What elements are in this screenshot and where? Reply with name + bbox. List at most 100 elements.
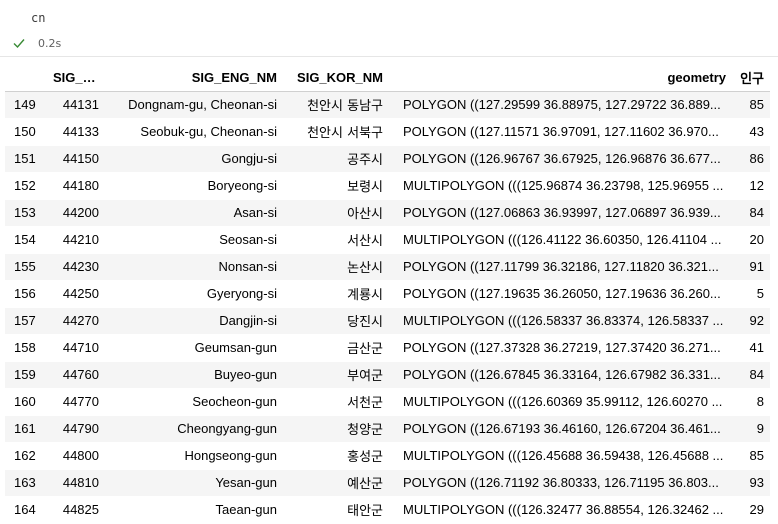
cell-geometry: POLYGON ((127.06863 36.93997, 127.06897 … bbox=[389, 199, 732, 227]
cell-sig-eng-nm: Taean-gun bbox=[105, 496, 283, 524]
table-body: 149 44131 Dongnam-gu, Cheonan-si 천안시 동남구 POL… bbox=[5, 91, 770, 524]
cell-sig-cd: 44200 bbox=[49, 199, 105, 227]
cell-sig-cd: 44810 bbox=[49, 469, 105, 497]
cell-sig-eng-nm: Dongnam-gu, Cheonan-si bbox=[105, 91, 283, 119]
cell-population: 12 bbox=[732, 172, 770, 200]
row-index: 161 bbox=[5, 415, 49, 443]
cell-sig-kor-nm: 서산시 bbox=[283, 226, 389, 254]
cell-sig-cd: 44210 bbox=[49, 226, 105, 254]
notebook-cell-header: cn 0.2s bbox=[0, 0, 778, 57]
row-index: 160 bbox=[5, 388, 49, 416]
cell-sig-kor-nm: 계룡시 bbox=[283, 280, 389, 308]
table-row: 152 44180 Boryeong-si 보령시 MULTIPOLYGON (((12… bbox=[5, 172, 770, 200]
cell-population: 29 bbox=[732, 496, 770, 524]
table-row: 156 44250 Gyeryong-si 계룡시 POLYGON ((127.1963… bbox=[5, 280, 770, 308]
table-row: 163 44810 Yesan-gun 예산군 POLYGON ((126.71192 … bbox=[5, 469, 770, 497]
cell-sig-cd: 44825 bbox=[49, 496, 105, 524]
cell-geometry: POLYGON ((127.37328 36.27219, 127.37420 … bbox=[389, 334, 732, 362]
row-index: 164 bbox=[5, 496, 49, 524]
table-row: 151 44150 Gongju-si 공주시 POLYGON ((126.96767 … bbox=[5, 145, 770, 173]
cell-geometry: MULTIPOLYGON (((126.41122 36.60350, 126.… bbox=[389, 226, 732, 254]
cell-sig-cd: 44800 bbox=[49, 442, 105, 470]
cell-sig-eng-nm: Nonsan-si bbox=[105, 253, 283, 281]
column-header-sig-eng-nm: SIG_ENG_NM bbox=[105, 64, 283, 92]
cell-sig-eng-nm: Buyeo-gun bbox=[105, 361, 283, 389]
cell-sig-cd: 44150 bbox=[49, 145, 105, 173]
cell-population: 91 bbox=[732, 253, 770, 281]
cell-population: 85 bbox=[732, 91, 770, 119]
cell-population: 41 bbox=[732, 334, 770, 362]
cell-geometry: MULTIPOLYGON (((126.58337 36.83374, 126.… bbox=[389, 307, 732, 335]
cell-geometry: POLYGON ((127.19635 36.26050, 127.19636 … bbox=[389, 280, 732, 308]
cell-sig-cd: 44760 bbox=[49, 361, 105, 389]
check-icon bbox=[13, 39, 25, 49]
row-index: 155 bbox=[5, 253, 49, 281]
cell-sig-eng-nm: Hongseong-gun bbox=[105, 442, 283, 470]
cell-sig-eng-nm: Seosan-si bbox=[105, 226, 283, 254]
cell-sig-eng-nm: Gyeryong-si bbox=[105, 280, 283, 308]
cell-code[interactable]: cn bbox=[31, 11, 45, 25]
column-header-sig-cd: SIG_CD bbox=[49, 64, 105, 92]
cell-geometry: MULTIPOLYGON (((126.32477 36.88554, 126.… bbox=[389, 496, 732, 524]
cell-sig-kor-nm: 태안군 bbox=[283, 496, 389, 524]
cell-sig-cd: 44131 bbox=[49, 91, 105, 119]
cell-population: 9 bbox=[732, 415, 770, 443]
row-index: 163 bbox=[5, 469, 49, 497]
table-row: 158 44710 Geumsan-gun 금산군 POLYGON ((127.3732… bbox=[5, 334, 770, 362]
cell-sig-kor-nm: 홍성군 bbox=[283, 442, 389, 470]
cell-geometry: POLYGON ((127.29599 36.88975, 127.29722 … bbox=[389, 91, 732, 119]
cell-population: 8 bbox=[732, 388, 770, 416]
cell-sig-kor-nm: 당진시 bbox=[283, 307, 389, 335]
cell-geometry: MULTIPOLYGON (((126.45688 36.59438, 126.… bbox=[389, 442, 732, 470]
cell-population: 84 bbox=[732, 361, 770, 389]
table-row: 159 44760 Buyeo-gun 부여군 POLYGON ((126.67845 … bbox=[5, 361, 770, 389]
table-row: 164 44825 Taean-gun 태안군 MULTIPOLYGON (((126.… bbox=[5, 496, 770, 524]
cell-sig-cd: 44133 bbox=[49, 118, 105, 146]
column-header-geometry: geometry bbox=[389, 64, 732, 92]
cell-sig-kor-nm: 부여군 bbox=[283, 361, 389, 389]
cell-geometry: MULTIPOLYGON (((126.60369 35.99112, 126.… bbox=[389, 388, 732, 416]
cell-sig-cd: 44270 bbox=[49, 307, 105, 335]
row-index: 157 bbox=[5, 307, 49, 335]
cell-sig-kor-nm: 금산군 bbox=[283, 334, 389, 362]
cell-status: 0.2s bbox=[12, 36, 61, 50]
column-header-sig-kor-nm: SIG_KOR_NM bbox=[283, 64, 389, 92]
cell-geometry: POLYGON ((126.67845 36.33164, 126.67982 … bbox=[389, 361, 732, 389]
cell-sig-eng-nm: Yesan-gun bbox=[105, 469, 283, 497]
dataframe-table: SIG_CD SIG_ENG_NM SIG_KOR_NM geometry 인구… bbox=[5, 64, 770, 524]
table-row: 149 44131 Dongnam-gu, Cheonan-si 천안시 동남구 POL… bbox=[5, 91, 770, 119]
table-row: 153 44200 Asan-si 아산시 POLYGON ((127.06863 36… bbox=[5, 199, 770, 227]
cell-sig-kor-nm: 논산시 bbox=[283, 253, 389, 281]
cell-sig-cd: 44770 bbox=[49, 388, 105, 416]
cell-population: 93 bbox=[732, 469, 770, 497]
cell-sig-cd: 44180 bbox=[49, 172, 105, 200]
cell-population: 84 bbox=[732, 199, 770, 227]
table-header-row: SIG_CD SIG_ENG_NM SIG_KOR_NM geometry 인구 bbox=[5, 64, 770, 92]
cell-sig-eng-nm: Asan-si bbox=[105, 199, 283, 227]
row-index: 162 bbox=[5, 442, 49, 470]
cell-sig-kor-nm: 천안시 서북구 bbox=[283, 118, 389, 146]
table-row: 162 44800 Hongseong-gun 홍성군 MULTIPOLYGON (((… bbox=[5, 442, 770, 470]
cell-geometry: MULTIPOLYGON (((125.96874 36.23798, 125.… bbox=[389, 172, 732, 200]
cell-sig-kor-nm: 천안시 동남구 bbox=[283, 91, 389, 119]
row-index: 150 bbox=[5, 118, 49, 146]
row-index: 158 bbox=[5, 334, 49, 362]
cell-geometry: POLYGON ((126.71192 36.80333, 126.71195 … bbox=[389, 469, 732, 497]
cell-sig-kor-nm: 아산시 bbox=[283, 199, 389, 227]
cell-sig-cd: 44710 bbox=[49, 334, 105, 362]
cell-sig-eng-nm: Dangjin-si bbox=[105, 307, 283, 335]
cell-sig-cd: 44790 bbox=[49, 415, 105, 443]
cell-population: 86 bbox=[732, 145, 770, 173]
cell-sig-eng-nm: Cheongyang-gun bbox=[105, 415, 283, 443]
row-index: 152 bbox=[5, 172, 49, 200]
cell-sig-eng-nm: Seocheon-gun bbox=[105, 388, 283, 416]
cell-sig-eng-nm: Boryeong-si bbox=[105, 172, 283, 200]
cell-population: 43 bbox=[732, 118, 770, 146]
column-header-index bbox=[5, 64, 49, 92]
cell-sig-kor-nm: 서천군 bbox=[283, 388, 389, 416]
table-row: 155 44230 Nonsan-si 논산시 POLYGON ((127.11799 … bbox=[5, 253, 770, 281]
cell-population: 92 bbox=[732, 307, 770, 335]
cell-sig-kor-nm: 보령시 bbox=[283, 172, 389, 200]
row-index: 149 bbox=[5, 91, 49, 119]
row-index: 153 bbox=[5, 199, 49, 227]
